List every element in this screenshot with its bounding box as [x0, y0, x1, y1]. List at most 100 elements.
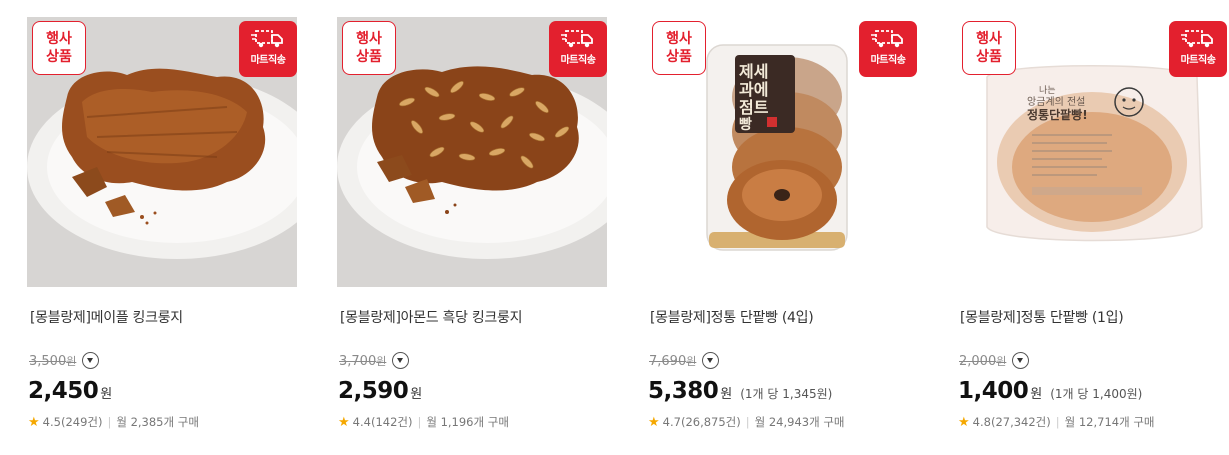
product-name[interactable]: [몽블랑제]아몬드 흑당 킹크룽지 — [340, 307, 522, 327]
mart-delivery-badge: 마트직송 — [859, 21, 917, 77]
mart-delivery-badge: 마트직송 — [549, 21, 607, 77]
original-price-unit: 원 — [996, 354, 1007, 368]
sale-price-row: 1,400 원 (1개 당 1,400원) — [958, 378, 1142, 404]
product-name[interactable]: [몽블랑제]메이플 킹크룽지 — [30, 307, 183, 327]
review-count[interactable]: (249건) — [61, 414, 103, 430]
review-count[interactable]: (27,342건) — [991, 414, 1051, 430]
price-info-toggle-icon[interactable] — [702, 352, 720, 369]
original-price: 7,690원 — [649, 353, 696, 369]
sale-price-unit: 원 — [1030, 387, 1043, 402]
divider: | — [107, 415, 112, 429]
package-label-line: 정통단팥빵! — [1027, 107, 1088, 122]
original-price: 3,500원 — [29, 353, 76, 369]
sale-price-row: 2,590 원 — [338, 378, 422, 404]
star-icon: ★ — [958, 414, 970, 430]
event-badge-line1: 행사 — [666, 31, 692, 47]
delivery-truck-icon — [1181, 30, 1213, 48]
rating: 4.5 — [42, 415, 61, 429]
mart-delivery-badge: 마트직송 — [1169, 21, 1227, 77]
rating: 4.8 — [972, 415, 991, 429]
sale-price-row: 2,450 원 — [28, 378, 112, 404]
product-name[interactable]: [몽블랑제]정통 단팥빵 (4입) — [650, 307, 814, 327]
product-card[interactable]: 행사 상품 마트직송 [몽블랑제]아몬드 흑당 킹크룽지 3,700원 2,59… — [337, 17, 607, 430]
product-card[interactable]: 나는 앙금계의 전설 정통단팥빵! 행사 상품 마트직송 [몽블랑제]정통 단팥… — [957, 17, 1227, 430]
review-count[interactable]: (142건) — [371, 414, 413, 430]
divider: | — [417, 415, 422, 429]
package-label-line: 빵 — [739, 117, 752, 133]
monthly-sales: 월 1,196개 구매 — [426, 415, 509, 429]
sale-price: 2,590 — [338, 378, 409, 404]
star-icon: ★ — [338, 414, 350, 430]
product-image[interactable]: 제세 과에 점트 빵 행사 상품 마트직송 — [647, 17, 917, 287]
review-count[interactable]: (26,875건) — [681, 414, 741, 430]
divider: | — [745, 415, 750, 429]
original-price-row: 3,500원 — [29, 352, 100, 369]
review-meta: ★ 4.5 (249건) | 월 2,385개 구매 — [28, 414, 199, 430]
price-info-toggle-icon[interactable] — [82, 352, 100, 369]
event-product-badge: 행사 상품 — [652, 21, 706, 75]
delivery-truck-icon — [251, 30, 283, 48]
package-label-line: 나는 — [1039, 85, 1056, 96]
review-meta: ★ 4.4 (142건) | 월 1,196개 구매 — [338, 414, 509, 430]
original-price-row: 7,690원 — [649, 352, 720, 369]
sale-price: 2,450 — [28, 378, 99, 404]
product-grid: 행사 상품 마트직송 [몽블랑제]메이플 킹크룽지 3,500원 2,450 원 — [0, 0, 1229, 455]
original-price-value: 2,000 — [959, 353, 997, 369]
original-price-value: 3,700 — [339, 353, 377, 369]
event-badge-line2: 상품 — [976, 49, 1002, 65]
package-label-line: 점트 — [739, 98, 769, 117]
product-card[interactable]: 제세 과에 점트 빵 행사 상품 마트직송 [몽블랑제]정통 단팥빵 (4입) … — [647, 17, 917, 430]
price-info-toggle-icon[interactable] — [1012, 352, 1030, 369]
sale-price-row: 5,380 원 (1개 당 1,345원) — [648, 378, 832, 404]
product-image[interactable]: 나는 앙금계의 전설 정통단팥빵! 행사 상품 마트직송 — [957, 17, 1227, 287]
divider: | — [1055, 415, 1060, 429]
event-product-badge: 행사 상품 — [962, 21, 1016, 75]
mart-badge-label: 마트직송 — [560, 55, 596, 66]
event-product-badge: 행사 상품 — [342, 21, 396, 75]
review-meta: ★ 4.8 (27,342건) | 월 12,714개 구매 — [958, 414, 1155, 430]
event-product-badge: 행사 상품 — [32, 21, 86, 75]
product-image[interactable]: 행사 상품 마트직송 — [337, 17, 607, 287]
product-card[interactable]: 행사 상품 마트직송 [몽블랑제]메이플 킹크룽지 3,500원 2,450 원 — [27, 17, 297, 430]
event-badge-line1: 행사 — [976, 31, 1002, 47]
package-label-line: 앙금계의 전설 — [1027, 96, 1085, 108]
original-price-unit: 원 — [376, 354, 387, 368]
rating: 4.7 — [662, 415, 681, 429]
unit-price: (1개 당 1,345원) — [740, 387, 833, 401]
review-meta: ★ 4.7 (26,875건) | 월 24,943개 구매 — [648, 414, 845, 430]
star-icon: ★ — [648, 414, 660, 430]
unit-price: (1개 당 1,400원) — [1050, 387, 1143, 401]
package-label-line: 제세 — [739, 62, 768, 81]
mart-badge-label: 마트직송 — [870, 55, 906, 66]
original-price-value: 7,690 — [649, 353, 687, 369]
event-badge-line2: 상품 — [356, 49, 382, 65]
price-info-toggle-icon[interactable] — [392, 352, 410, 369]
sale-price-unit: 원 — [410, 387, 423, 402]
product-image[interactable]: 행사 상품 마트직송 — [27, 17, 297, 287]
event-badge-line1: 행사 — [46, 31, 72, 47]
mart-delivery-badge: 마트직송 — [239, 21, 297, 77]
original-price-value: 3,500 — [29, 353, 67, 369]
original-price-unit: 원 — [66, 354, 77, 368]
package-label-line: 과에 — [739, 80, 768, 99]
original-price-unit: 원 — [686, 354, 697, 368]
original-price-row: 3,700원 — [339, 352, 410, 369]
event-badge-line2: 상품 — [46, 49, 72, 65]
original-price: 3,700원 — [339, 353, 386, 369]
sale-price-unit: 원 — [100, 387, 113, 402]
monthly-sales: 월 2,385개 구매 — [116, 415, 199, 429]
monthly-sales: 월 12,714개 구매 — [1064, 415, 1155, 429]
mart-badge-label: 마트직송 — [1180, 55, 1216, 66]
mart-badge-label: 마트직송 — [250, 55, 286, 66]
rating: 4.4 — [352, 415, 371, 429]
sale-price: 5,380 — [648, 378, 719, 404]
sale-price-unit: 원 — [720, 387, 733, 402]
event-badge-line2: 상품 — [666, 49, 692, 65]
original-price: 2,000원 — [959, 353, 1006, 369]
delivery-truck-icon — [561, 30, 593, 48]
event-badge-line1: 행사 — [356, 31, 382, 47]
original-price-row: 2,000원 — [959, 352, 1030, 369]
delivery-truck-icon — [871, 30, 903, 48]
product-name[interactable]: [몽블랑제]정통 단팥빵 (1입) — [960, 307, 1124, 327]
sale-price: 1,400 — [958, 378, 1029, 404]
